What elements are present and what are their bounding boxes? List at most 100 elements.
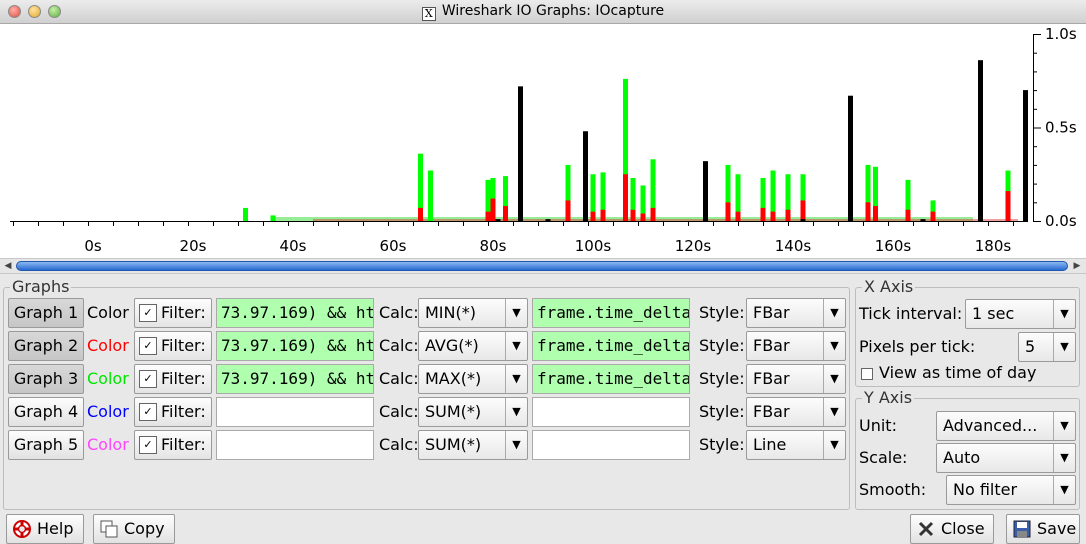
copy-button-label: Copy — [124, 519, 165, 538]
graph-1-toggle-button[interactable]: Graph 1 — [8, 298, 84, 328]
filter-icon: ✓ — [139, 304, 157, 322]
graph-1-calc-field-input[interactable]: frame.time_delta — [532, 298, 690, 328]
graph-4-filter-input[interactable] — [216, 397, 374, 427]
bar-2-11 — [725, 202, 731, 221]
graph-5-filter-button[interactable]: ✓ Filter: — [134, 430, 212, 460]
graph-2-calc-field-input[interactable]: frame.time_delta — [532, 331, 690, 361]
filter-button-label: Filter: — [161, 435, 206, 454]
graph-5-calc-select[interactable]: SUM(*) ▼ — [418, 430, 528, 460]
bar-2-21 — [1005, 191, 1011, 221]
close-button[interactable]: Close — [910, 514, 994, 544]
close-icon — [918, 521, 934, 537]
unit-select[interactable]: Advanced... ▼ — [936, 411, 1076, 441]
graph-1-filter-button[interactable]: ✓ Filter: — [134, 298, 212, 328]
graph-3-calc-select[interactable]: MAX(*) ▼ — [418, 364, 528, 394]
graph-4-toggle-button[interactable]: Graph 4 — [8, 397, 84, 427]
floppy-disk-icon — [1013, 520, 1031, 538]
bar-1-5 — [1023, 90, 1028, 221]
graph-3-toggle-button[interactable]: Graph 3 — [8, 364, 84, 394]
bar-2-5 — [590, 211, 596, 221]
graph-4-style-select[interactable]: FBar ▼ — [746, 397, 846, 427]
bar-2-17 — [865, 202, 871, 221]
graph-4-color-label[interactable]: Color — [87, 397, 129, 427]
copy-button[interactable]: Copy — [93, 514, 175, 544]
graph-5-filter-input[interactable] — [216, 430, 374, 460]
graph-5-calc-field-input[interactable] — [532, 430, 690, 460]
chevron-down-icon: ▼ — [823, 332, 845, 360]
style-value: FBar — [753, 402, 790, 421]
filter-button-label: Filter: — [161, 402, 206, 421]
scale-value: Auto — [943, 448, 981, 467]
io-graph-plot[interactable]: 0s 20s 40s 60s 80s 100s 120s 140s 160s 180s 1.0s 0.… — [0, 24, 1086, 258]
style-label: Style: — [699, 435, 745, 454]
bar-2-10 — [650, 207, 656, 221]
io-graph-chart: 0s 20s 40s 60s 80s 100s 120s 140s 160s 180s 1.0s 0.… — [10, 25, 1077, 255]
style-value: FBar — [753, 303, 790, 322]
graph-2-style-select[interactable]: FBar ▼ — [746, 331, 846, 361]
graph-4-filter-button[interactable]: ✓ Filter: — [134, 397, 212, 427]
filter-button-label: Filter: — [161, 369, 206, 388]
horizontal-scrollbar[interactable]: ◀ ▶ — [0, 258, 1086, 274]
close-button-label: Close — [941, 519, 985, 538]
graph-3-filter-input[interactable]: 73.97.169) && http — [216, 364, 374, 394]
graph-3-filter-button[interactable]: ✓ Filter: — [134, 364, 212, 394]
bar-2-14 — [770, 211, 776, 221]
graph-1-color-label[interactable]: Color — [87, 298, 129, 328]
chevron-down-icon: ▼ — [505, 299, 527, 327]
bar-2-6 — [600, 209, 606, 221]
graph-5-color-label[interactable]: Color — [87, 430, 129, 460]
graph-1-filter-input[interactable]: 73.97.169) && http — [216, 298, 374, 328]
y-tick-label: 1.0s — [1045, 25, 1077, 43]
scroll-right-icon[interactable]: ▶ — [1072, 261, 1082, 271]
graph-3-color-label[interactable]: Color — [87, 364, 129, 394]
filter-button-label: Filter: — [161, 336, 206, 355]
style-label: Style: — [699, 369, 745, 388]
scale-select[interactable]: Auto ▼ — [936, 443, 1076, 473]
save-button[interactable]: Save — [1006, 514, 1080, 544]
bar-3-1 — [270, 215, 276, 221]
calc-value: SUM(*) — [425, 402, 482, 421]
calc-label: Calc: — [379, 303, 419, 322]
filter-icon: ✓ — [139, 403, 157, 421]
chevron-down-icon: ▼ — [505, 365, 527, 393]
bar-1-4 — [978, 60, 983, 222]
bar-3-0 — [243, 207, 248, 221]
bar-2-20 — [930, 211, 936, 221]
scroll-thumb[interactable] — [16, 261, 1068, 271]
bar-2-3 — [503, 206, 508, 221]
graph-1-calc-select[interactable]: MIN(*) ▼ — [418, 298, 528, 328]
graph-5-style-select[interactable]: Line ▼ — [746, 430, 846, 460]
graph-3-calc-field-input[interactable]: frame.time_delta — [532, 364, 690, 394]
graph-3-style-select[interactable]: FBar ▼ — [746, 364, 846, 394]
filter-icon: ✓ — [139, 436, 157, 454]
bar-1-9 — [920, 219, 926, 221]
y-tick-label: 0.0s — [1045, 212, 1077, 230]
unit-value: Advanced... — [943, 416, 1038, 435]
save-button-label: Save — [1037, 519, 1077, 538]
help-button[interactable]: Help — [6, 514, 84, 544]
graph-5-toggle-button[interactable]: Graph 5 — [8, 430, 84, 460]
x-tick-label: 120s — [675, 237, 712, 255]
x-tick-label: 60s — [380, 237, 407, 255]
graph-2-color-label[interactable]: Color — [87, 331, 129, 361]
window-title: Wireshark IO Graphs: IOcapture — [441, 3, 665, 19]
graph-1-style-select[interactable]: FBar ▼ — [746, 298, 846, 328]
x-tick-label: 180s — [975, 237, 1012, 255]
time-of-day-label[interactable]: View as time of day — [879, 358, 1036, 388]
bar-2-8 — [630, 209, 636, 221]
graph-2-calc-select[interactable]: AVG(*) ▼ — [418, 331, 528, 361]
smooth-value: No filter — [953, 480, 1018, 499]
graph-2-filter-button[interactable]: ✓ Filter: — [134, 331, 212, 361]
graph-2-toggle-button[interactable]: Graph 2 — [8, 331, 84, 361]
chevron-down-icon: ▼ — [1053, 300, 1075, 328]
tick-interval-select[interactable]: 1 sec ▼ — [965, 299, 1076, 329]
smooth-select[interactable]: No filter ▼ — [946, 475, 1076, 505]
graph-4-calc-select[interactable]: SUM(*) ▼ — [418, 397, 528, 427]
time-of-day-checkbox[interactable] — [861, 368, 873, 380]
graph-4-calc-field-input[interactable] — [532, 397, 690, 427]
bar-2-1 — [485, 211, 491, 221]
filter-icon: ✓ — [139, 370, 157, 388]
graph-2-filter-input[interactable]: 73.97.169) && http — [216, 331, 374, 361]
chevron-down-icon: ▼ — [505, 398, 527, 426]
scroll-left-icon[interactable]: ◀ — [3, 261, 13, 271]
